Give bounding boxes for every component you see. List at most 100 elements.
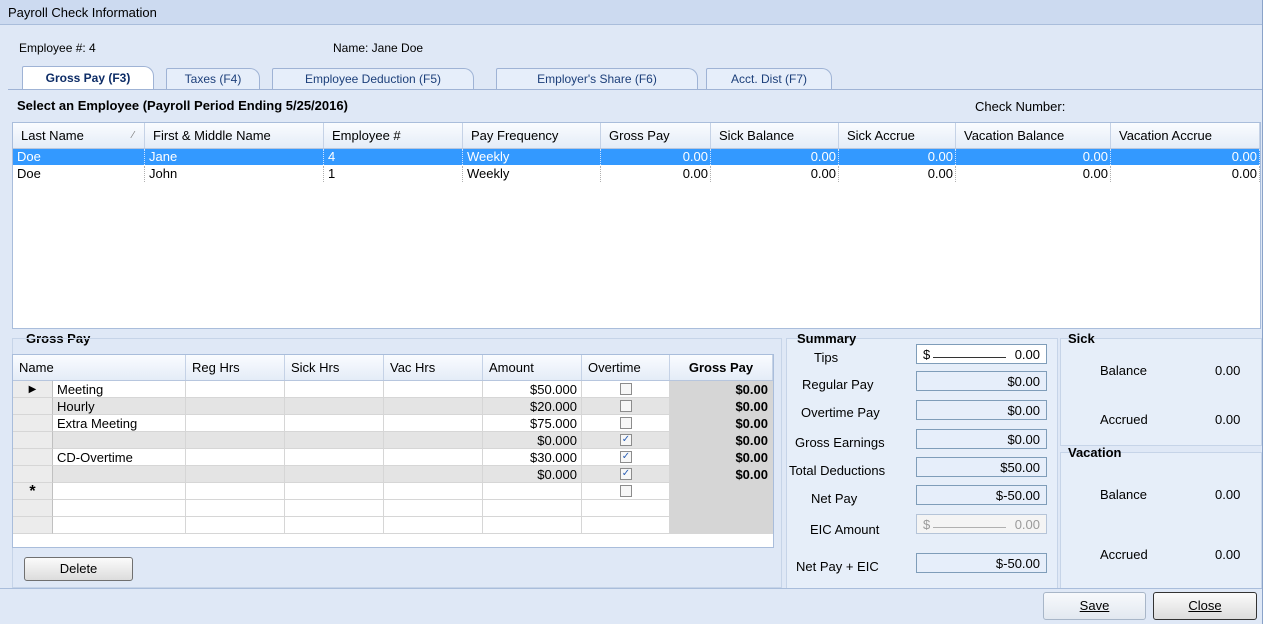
table-row[interactable] [13, 500, 773, 517]
col-amount[interactable]: Amount [483, 355, 582, 380]
col-sick-balance[interactable]: Sick Balance [711, 123, 839, 148]
overtime-checkbox[interactable]: ✓ [620, 451, 632, 463]
cell-sick-hrs[interactable] [285, 449, 384, 466]
row-header[interactable] [13, 398, 53, 415]
row-header[interactable] [13, 466, 53, 483]
table-row[interactable]: $0.000 ✓ $0.00 [13, 432, 773, 449]
row-header[interactable] [13, 449, 53, 466]
cell-vac-hrs[interactable] [384, 398, 483, 415]
col-employee-no[interactable]: Employee # [324, 123, 463, 148]
row-header[interactable] [13, 432, 53, 449]
cell-vac-hrs[interactable] [384, 381, 483, 398]
gross-pay-grid[interactable]: Name Reg Hrs Sick Hrs Vac Hrs Amount Ove… [12, 354, 774, 548]
col-sick-accrue[interactable]: Sick Accrue [839, 123, 956, 148]
cell-vac-hrs[interactable] [384, 466, 483, 483]
row-header[interactable] [13, 415, 53, 432]
cell-reg-hrs[interactable] [186, 466, 285, 483]
close-button[interactable]: Close [1153, 592, 1257, 620]
cell-name[interactable]: CD-Overtime [53, 449, 186, 466]
save-button[interactable]: Save [1043, 592, 1146, 620]
overtime-checkbox[interactable] [620, 485, 632, 497]
cell-name[interactable]: Meeting [53, 381, 186, 398]
cell-vac-hrs[interactable] [384, 432, 483, 449]
cell-sick-hrs[interactable] [285, 517, 384, 534]
table-row[interactable] [13, 517, 773, 534]
col-vacation-accrue[interactable]: Vacation Accrue [1111, 123, 1260, 148]
col-pay-frequency[interactable]: Pay Frequency [463, 123, 601, 148]
tab-gross-pay[interactable]: Gross Pay (F3) [22, 66, 154, 89]
overtime-checkbox[interactable]: ✓ [620, 434, 632, 446]
table-row[interactable]: Doe Jane 4 Weekly 0.00 0.00 0.00 0.00 0.… [13, 149, 1260, 165]
col-vacation-balance[interactable]: Vacation Balance [956, 123, 1111, 148]
col-vac-hrs[interactable]: Vac Hrs [384, 355, 483, 380]
cell-vac-hrs[interactable] [384, 517, 483, 534]
cell-sick-hrs[interactable] [285, 466, 384, 483]
cell-reg-hrs[interactable] [186, 500, 285, 517]
cell-amount[interactable] [483, 500, 582, 517]
cell-gross-pay: $0.00 [670, 466, 773, 483]
cell-reg-hrs[interactable] [186, 483, 285, 500]
cell-amount[interactable]: $0.000 [483, 432, 582, 449]
cell-sick-hrs[interactable] [285, 415, 384, 432]
cell-amount[interactable] [483, 517, 582, 534]
cell-sick-hrs[interactable] [285, 500, 384, 517]
overtime-checkbox[interactable] [620, 417, 632, 429]
cell-sick-hrs[interactable] [285, 432, 384, 449]
col-name[interactable]: Name [13, 355, 186, 380]
cell-amount[interactable] [483, 483, 582, 500]
cell-name[interactable] [53, 432, 186, 449]
cell-name[interactable] [53, 483, 186, 500]
col-sick-hrs[interactable]: Sick Hrs [285, 355, 384, 380]
tab-employee-deduction[interactable]: Employee Deduction (F5) [272, 68, 474, 89]
col-overtime[interactable]: Overtime [582, 355, 670, 380]
col-gross-pay[interactable]: Gross Pay [601, 123, 711, 148]
cell-amount[interactable]: $50.000 [483, 381, 582, 398]
cell-name[interactable]: Extra Meeting [53, 415, 186, 432]
cell-vac-hrs[interactable] [384, 415, 483, 432]
table-row[interactable]: ▶ Meeting $50.000 $0.00 [13, 381, 773, 398]
cell-reg-hrs[interactable] [186, 381, 285, 398]
col-gross-pay[interactable]: Gross Pay [670, 355, 773, 380]
cell-sick-hrs[interactable] [285, 398, 384, 415]
cell-name[interactable]: Hourly [53, 398, 186, 415]
col-last-name[interactable]: Last Name ⁄ [13, 123, 145, 148]
table-row[interactable]: Hourly $20.000 $0.00 [13, 398, 773, 415]
cell-amount[interactable]: $20.000 [483, 398, 582, 415]
col-first-name[interactable]: First & Middle Name [145, 123, 324, 148]
table-row[interactable]: CD-Overtime $30.000 ✓ $0.00 [13, 449, 773, 466]
cell-vac-hrs[interactable] [384, 483, 483, 500]
cell-sick-hrs[interactable] [285, 483, 384, 500]
tab-taxes[interactable]: Taxes (F4) [166, 68, 260, 89]
table-row[interactable]: $0.000 ✓ $0.00 [13, 466, 773, 483]
cell-name[interactable] [53, 466, 186, 483]
overtime-checkbox[interactable] [620, 383, 632, 395]
cell-reg-hrs[interactable] [186, 517, 285, 534]
new-row-icon[interactable]: * [13, 483, 53, 500]
cell-amount[interactable]: $0.000 [483, 466, 582, 483]
tab-employers-share[interactable]: Employer's Share (F6) [496, 68, 698, 89]
cell-reg-hrs[interactable] [186, 398, 285, 415]
overtime-checkbox[interactable]: ✓ [620, 468, 632, 480]
cell-vac-hrs[interactable] [384, 449, 483, 466]
cell-reg-hrs[interactable] [186, 449, 285, 466]
col-reg-hrs[interactable]: Reg Hrs [186, 355, 285, 380]
tips-input[interactable]: $ 0.00 [916, 344, 1047, 364]
cell-name[interactable] [53, 517, 186, 534]
table-row[interactable]: Extra Meeting $75.000 $0.00 [13, 415, 773, 432]
current-row-indicator-icon[interactable]: ▶ [13, 381, 53, 398]
delete-button[interactable]: Delete [24, 557, 133, 581]
cell-sick-hrs[interactable] [285, 381, 384, 398]
overtime-checkbox[interactable] [620, 400, 632, 412]
table-row[interactable]: Doe John 1 Weekly 0.00 0.00 0.00 0.00 0.… [13, 166, 1260, 182]
cell-amount[interactable]: $30.000 [483, 449, 582, 466]
row-header[interactable] [13, 500, 53, 517]
tab-acct-dist[interactable]: Acct. Dist (F7) [706, 68, 832, 89]
cell-vac-hrs[interactable] [384, 500, 483, 517]
table-row[interactable]: * [13, 483, 773, 500]
cell-amount[interactable]: $75.000 [483, 415, 582, 432]
cell-reg-hrs[interactable] [186, 415, 285, 432]
row-header[interactable] [13, 517, 53, 534]
cell-name[interactable] [53, 500, 186, 517]
employee-grid[interactable]: Last Name ⁄ First & Middle Name Employee … [12, 122, 1261, 329]
cell-reg-hrs[interactable] [186, 432, 285, 449]
